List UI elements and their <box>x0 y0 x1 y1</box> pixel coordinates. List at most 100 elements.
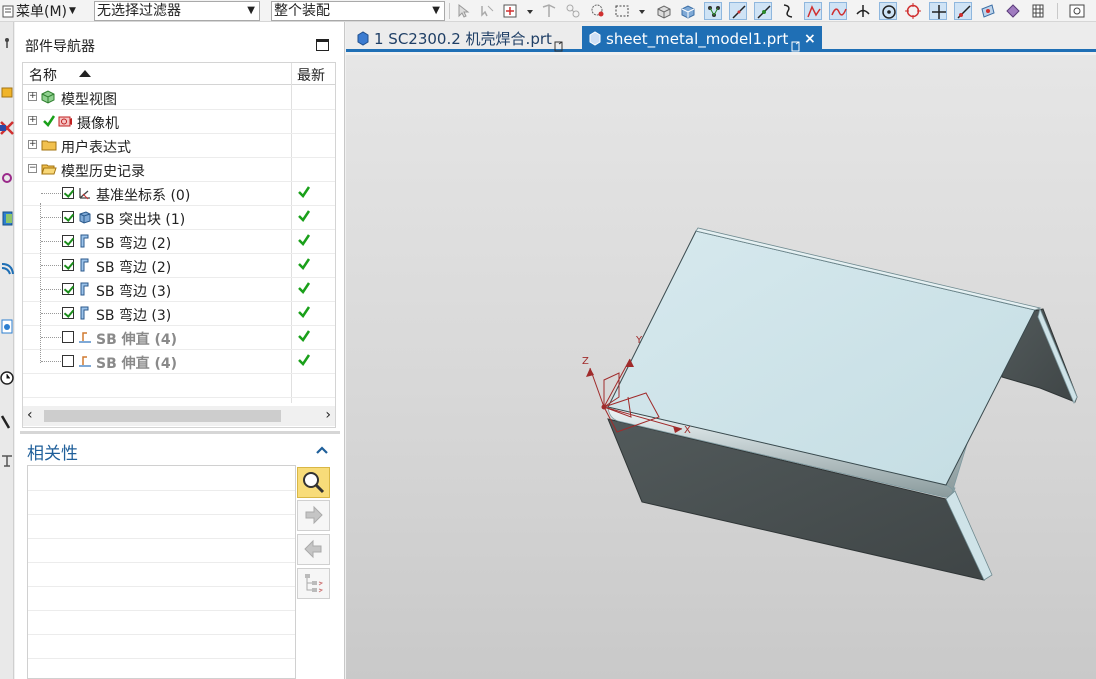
snap-on-curve-icon[interactable] <box>954 2 972 20</box>
visibility-checkbox[interactable] <box>62 235 74 247</box>
tree-row-flange-3b[interactable]: SB 弯边 (3) <box>23 302 335 326</box>
tab-assembly-part[interactable]: 1 SC2300.2 机壳焊合.prt <box>350 26 580 52</box>
visibility-checkbox[interactable] <box>62 187 74 199</box>
maximize-icon[interactable] <box>316 39 329 51</box>
column-header-latest[interactable]: 最新 <box>297 65 325 85</box>
tree-row-label: 基准坐标系 (0) <box>96 188 191 204</box>
selection-scope-icon[interactable] <box>589 2 607 20</box>
solid-body-icon[interactable] <box>655 2 673 20</box>
tab-label: sheet_metal_model1.prt <box>606 30 789 48</box>
snap-line-icon[interactable] <box>729 2 747 20</box>
top-toolbar: 菜单(M) ▼ 无选择过滤器 ▼ 整个装配 ▼ <box>0 0 1096 22</box>
chevron-down-icon[interactable] <box>521 2 533 20</box>
snap-point-icon[interactable] <box>502 2 520 20</box>
column-header-name[interactable]: 名称 <box>29 65 57 85</box>
visibility-checkbox[interactable] <box>62 259 74 271</box>
navigator-title: 部件导航器 <box>25 39 95 55</box>
expand-icon[interactable]: + <box>28 140 37 149</box>
tree-row-cameras[interactable]: + 摄像机 <box>23 110 335 134</box>
scroll-left-icon[interactable]: ‹ <box>27 407 33 423</box>
next-button[interactable] <box>297 500 330 531</box>
snap-endpoint-icon[interactable] <box>704 2 722 20</box>
assembly-constraint-icon[interactable] <box>564 2 582 20</box>
list-row-divider <box>28 514 295 515</box>
expand-icon[interactable]: + <box>28 116 37 125</box>
scroll-right-icon[interactable]: › <box>325 407 331 423</box>
dependencies-title: 相关性 <box>27 444 78 464</box>
view-fit-icon[interactable] <box>1068 2 1086 20</box>
snap-midpoint-icon[interactable] <box>754 2 772 20</box>
snap-center-icon[interactable] <box>879 2 897 20</box>
chevron-up-icon[interactable] <box>315 443 329 454</box>
web-browser-icon[interactable] <box>0 260 14 280</box>
roles-icon[interactable] <box>0 412 14 432</box>
graphics-viewport[interactable]: Z Y X <box>346 55 1096 679</box>
snap-bounded-grid-icon[interactable] <box>1004 2 1022 20</box>
folder-icon <box>41 137 57 153</box>
tree-row-unbend-4b[interactable]: SB 伸直 (4) <box>23 350 335 374</box>
snap-quadrant-icon[interactable] <box>904 2 922 20</box>
assembly-navigator-icon[interactable] <box>0 82 14 102</box>
visibility-checkbox[interactable] <box>62 211 74 223</box>
navigator-tree[interactable]: 名称 最新 + 模型视图 + 摄像机 + 用户表达式 − 模型历史记录 基准坐标… <box>22 62 336 428</box>
tree-row-tab-1[interactable]: SB 突出块 (1) <box>23 206 335 230</box>
snap-intersection-icon[interactable] <box>854 2 872 20</box>
panel-splitter[interactable] <box>20 431 340 434</box>
tree-row-user-expressions[interactable]: + 用户表达式 <box>23 134 335 158</box>
search-button[interactable] <box>297 467 330 498</box>
selection-filter-dropdown[interactable]: 无选择过滤器 ▼ <box>94 1 260 21</box>
visibility-checkbox[interactable] <box>62 283 74 295</box>
history-icon[interactable] <box>0 316 14 336</box>
tree-connector <box>41 361 61 362</box>
up-to-date-check-icon <box>297 329 311 343</box>
tree-row-flange-2b[interactable]: SB 弯边 (2) <box>23 254 335 278</box>
sheet-metal-model[interactable]: Z Y X <box>346 55 1096 679</box>
expand-icon[interactable]: + <box>28 92 37 101</box>
snap-existing-point-icon[interactable] <box>929 2 947 20</box>
tab-sheet-metal-model[interactable]: sheet_metal_model1.prt × <box>582 26 822 52</box>
tree-row-model-views[interactable]: + 模型视图 <box>23 86 335 110</box>
previous-button[interactable] <box>297 534 330 565</box>
menu-label: 菜单(M) <box>16 4 68 20</box>
hierarchy-icon <box>305 574 324 593</box>
pin-icon[interactable] <box>0 36 14 56</box>
clock-icon[interactable] <box>0 368 14 388</box>
snap-curve-icon[interactable] <box>779 2 797 20</box>
rectangle-select-icon[interactable] <box>613 2 631 20</box>
horizontal-scrollbar[interactable]: ‹ › <box>23 406 335 426</box>
deselect-icon[interactable] <box>478 2 496 20</box>
constraint-navigator-icon[interactable] <box>0 118 14 138</box>
dependencies-list[interactable] <box>27 465 296 679</box>
visibility-checkbox[interactable] <box>62 355 74 367</box>
scrollbar-thumb[interactable] <box>44 410 281 422</box>
flange-icon <box>77 305 93 321</box>
menu-button[interactable]: 菜单(M) ▼ <box>0 1 78 21</box>
list-row-divider <box>28 586 295 587</box>
snap-on-face-icon[interactable] <box>979 2 997 20</box>
system-scene-icon[interactable] <box>0 450 14 470</box>
move-component-icon[interactable] <box>540 2 558 20</box>
tree-row-unbend-4[interactable]: SB 伸直 (4) <box>23 326 335 350</box>
visibility-checkbox[interactable] <box>62 307 74 319</box>
sort-ascending-icon <box>79 70 91 77</box>
tree-row-label: SB 伸直 (4) <box>96 332 178 348</box>
part-navigator-icon[interactable] <box>0 168 14 188</box>
snap-control-point-icon[interactable] <box>804 2 822 20</box>
document-status-icon <box>554 34 564 52</box>
chevron-down-icon[interactable] <box>633 2 645 20</box>
tree-row-datum-csys[interactable]: 基准坐标系 (0) <box>23 182 335 206</box>
snap-spline-icon[interactable] <box>829 2 847 20</box>
snap-grid-icon[interactable] <box>1029 2 1047 20</box>
close-icon[interactable]: × <box>804 26 816 52</box>
collapse-icon[interactable]: − <box>28 164 37 173</box>
reuse-library-icon[interactable] <box>0 208 14 228</box>
tree-row-flange-3[interactable]: SB 弯边 (3) <box>23 278 335 302</box>
dependency-tree-button[interactable] <box>297 568 330 599</box>
axis-z-label: Z <box>582 356 589 367</box>
sheet-body-icon[interactable] <box>679 2 697 20</box>
visibility-checkbox[interactable] <box>62 331 74 343</box>
assembly-scope-dropdown[interactable]: 整个装配 ▼ <box>271 1 445 21</box>
tree-row-model-history[interactable]: − 模型历史记录 <box>23 158 335 182</box>
tree-row-flange-2[interactable]: SB 弯边 (2) <box>23 230 335 254</box>
select-objects-icon[interactable] <box>454 2 472 20</box>
